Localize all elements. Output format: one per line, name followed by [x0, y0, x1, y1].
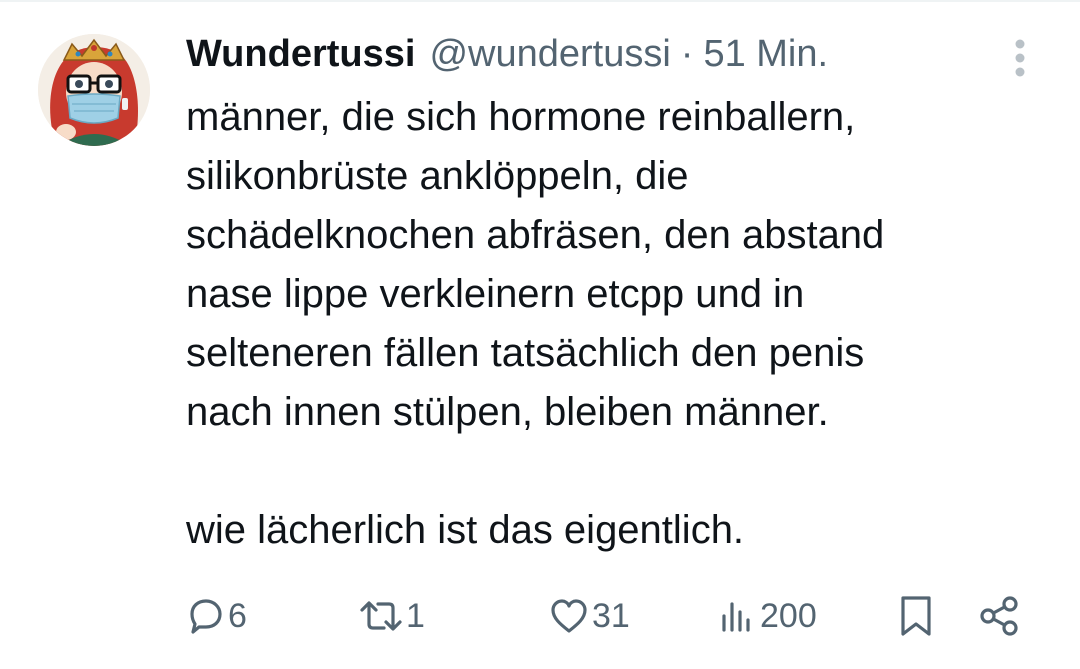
retweet-count: 1 — [406, 596, 425, 635]
tweet-header: Wundertussi @wundertussi · 51 Min. — [186, 30, 828, 78]
reply-bubble-icon — [186, 596, 226, 636]
bookmark-button[interactable] — [898, 588, 934, 644]
tweet-text-line: nach innen stülpen, bleiben männer. — [186, 390, 829, 434]
views-count: 200 — [760, 596, 817, 635]
share-button[interactable] — [978, 588, 1022, 644]
tweet-timestamp[interactable]: 51 Min. — [703, 30, 828, 78]
like-button[interactable]: 31 — [548, 588, 630, 644]
avatar-image — [38, 34, 150, 146]
reply-count: 6 — [228, 596, 247, 635]
tweet-text-line: nase lippe verkleinern etcpp und in — [186, 272, 805, 316]
more-vertical-icon — [1015, 39, 1025, 77]
tweet-text-line: schädelknochen abfräsen, den abstand — [186, 213, 885, 257]
tweet-text: männer, die sich hormone reinballern, si… — [186, 88, 1046, 560]
avatar[interactable] — [38, 34, 150, 146]
retweet-button[interactable]: 1 — [358, 588, 425, 644]
bookmark-icon — [898, 594, 934, 638]
tweet[interactable]: Wundertussi @wundertussi · 51 Min. männe… — [0, 0, 1080, 669]
header-separator: · — [680, 33, 694, 75]
tweet-text-line: silikonbrüste anklöppeln, die — [186, 154, 689, 198]
tweet-text-line: männer, die sich hormone reinballern, — [186, 95, 856, 139]
author-display-name[interactable]: Wundertussi — [186, 30, 415, 78]
more-button[interactable] — [1004, 36, 1036, 80]
tweet-text-line: wie lächerlich ist das eigentlich. — [186, 508, 745, 552]
views-bar-chart-icon — [718, 596, 758, 636]
heart-icon — [548, 596, 590, 636]
action-bar: 6 1 31 200 — [186, 588, 1036, 644]
retweet-icon — [358, 596, 404, 636]
reply-button[interactable]: 6 — [186, 588, 247, 644]
like-count: 31 — [592, 596, 630, 635]
views-button[interactable]: 200 — [718, 588, 817, 644]
tweet-text-line: selteneren fällen tatsächlich den penis — [186, 331, 865, 375]
share-icon — [978, 594, 1022, 638]
author-handle[interactable]: @wundertussi — [429, 30, 670, 78]
